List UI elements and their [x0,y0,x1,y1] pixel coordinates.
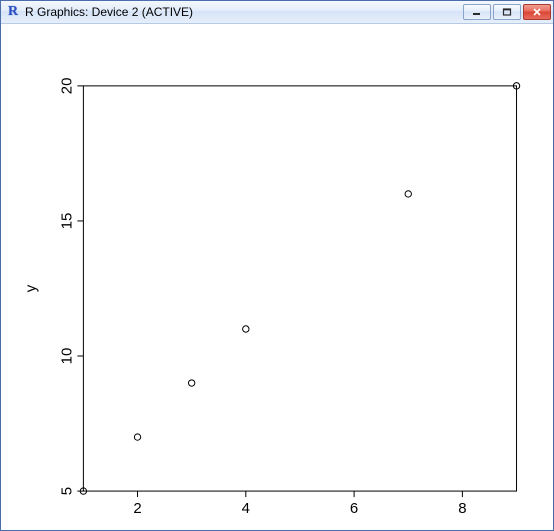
x-tick-label: 4 [242,500,250,517]
x-tick-label: 8 [458,500,466,517]
close-button[interactable] [523,4,551,20]
maximize-button[interactable] [493,4,521,20]
y-tick-label: 10 [58,348,75,365]
data-point [188,380,194,386]
app-window: R R Graphics: Device 2 (ACTIVE) 2 4 6 8 5 10 1… [0,0,554,531]
x-tick-label: 6 [350,500,358,517]
x-tick-label: 2 [133,500,141,517]
plot-area: 2 4 6 8 5 10 15 20 y [1,24,553,530]
scatter-plot: 2 4 6 8 5 10 15 20 y [1,24,553,530]
app-icon: R [5,4,21,20]
data-point [243,326,249,332]
data-point [134,434,140,440]
title-bar[interactable]: R R Graphics: Device 2 (ACTIVE) [1,1,553,24]
minimize-button[interactable] [463,4,491,20]
y-tick-label: 20 [58,78,75,95]
window-title: R Graphics: Device 2 (ACTIVE) [25,5,463,19]
y-axis-label: y [22,284,39,292]
window-controls [463,4,551,20]
plot-frame [83,86,516,491]
y-tick-label: 15 [58,213,75,230]
data-point [405,191,411,197]
y-tick-label: 5 [58,487,75,495]
